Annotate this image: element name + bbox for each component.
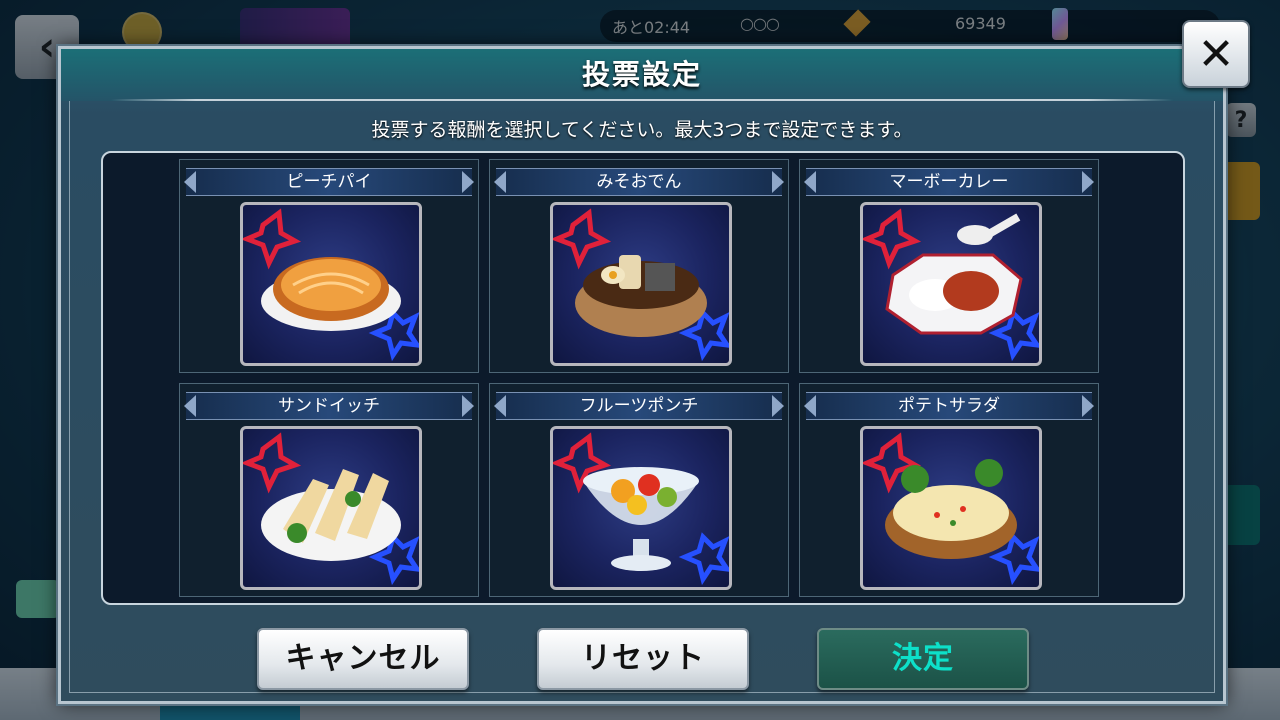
peach-pie-icon [240, 202, 422, 366]
vote-settings-dialog: 投票設定 投票する報酬を選択してください。最大3つまで設定できます。 ピーチパイ… [58, 46, 1226, 704]
reward-grid: ピーチパイ みそおでん マーボーカレー サンドイッチ フルーツポンチ ポテトサラ… [101, 151, 1185, 605]
potato-salad-icon [860, 426, 1042, 590]
reset-button[interactable]: リセット [537, 628, 749, 690]
reward-label: みそおでん [494, 168, 784, 196]
reward-card-mapo-curry[interactable]: マーボーカレー [799, 159, 1099, 373]
reward-label: ピーチパイ [184, 168, 474, 196]
fruit-punch-icon [550, 426, 732, 590]
cancel-button[interactable]: キャンセル [257, 628, 469, 690]
reward-label: サンドイッチ [184, 392, 474, 420]
reward-card-fruit-punch[interactable]: フルーツポンチ [489, 383, 789, 597]
close-button[interactable]: ✕ [1182, 20, 1250, 88]
reward-label: マーボーカレー [804, 168, 1094, 196]
reward-card-peach-pie[interactable]: ピーチパイ [179, 159, 479, 373]
sandwich-icon [240, 426, 422, 590]
reward-label: フルーツポンチ [494, 392, 784, 420]
title-divider [111, 99, 1173, 101]
mapo-curry-icon [860, 202, 1042, 366]
reward-label: ポテトサラダ [804, 392, 1094, 420]
close-icon: ✕ [1197, 28, 1235, 80]
reward-card-potato-salad[interactable]: ポテトサラダ [799, 383, 1099, 597]
reward-card-sandwich[interactable]: サンドイッチ [179, 383, 479, 597]
reward-card-miso-oden[interactable]: みそおでん [489, 159, 789, 373]
dialog-title: 投票設定 [581, 58, 702, 91]
miso-oden-icon [550, 202, 732, 366]
confirm-button[interactable]: 決定 [817, 628, 1029, 690]
dialog-instruction: 投票する報酬を選択してください。最大3つまで設定できます。 [371, 119, 913, 141]
